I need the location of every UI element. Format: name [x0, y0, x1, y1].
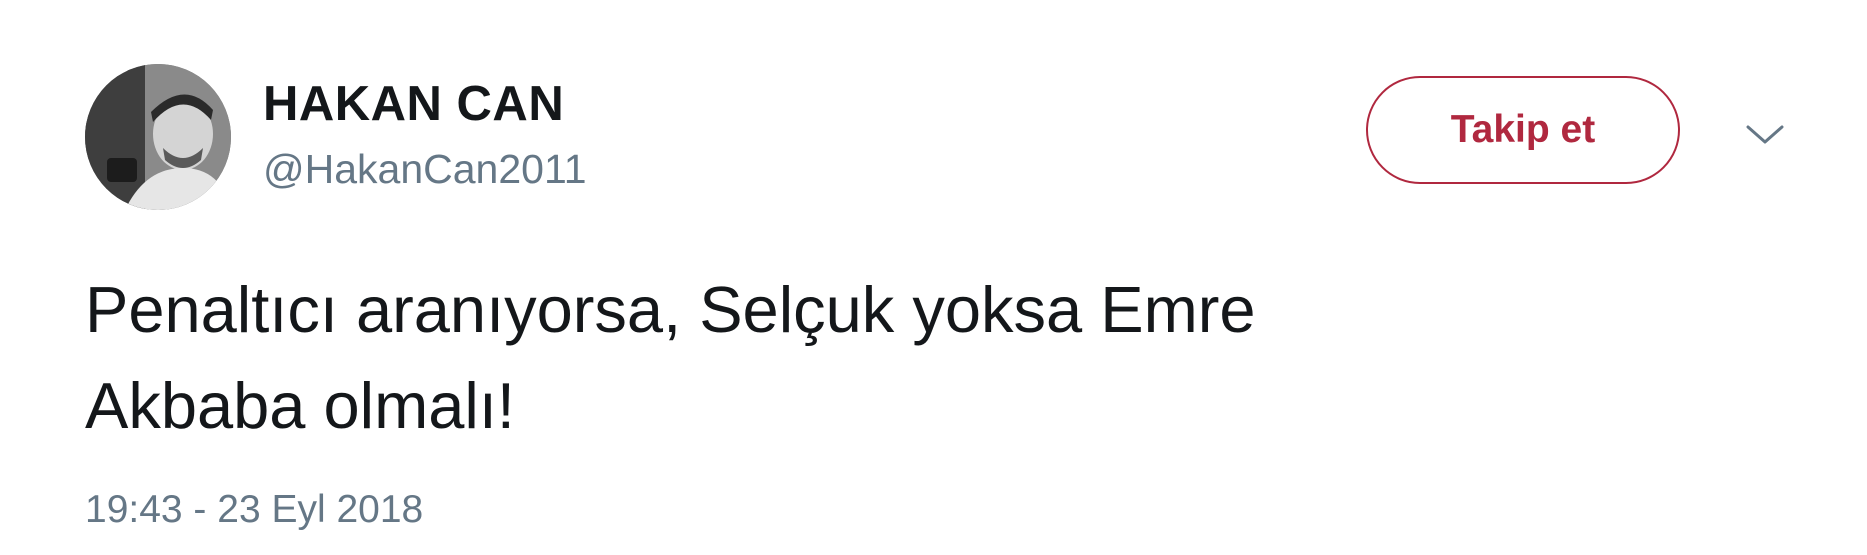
follow-button[interactable]: Takip et: [1366, 76, 1680, 184]
tweet-text-line: Penaltıcı aranıyorsa, Selçuk yoksa Emre: [85, 273, 1256, 346]
tweet-text: Penaltıcı aranıyorsa, Selçuk yoksa Emre …: [85, 262, 1685, 454]
chevron-down-icon[interactable]: [1744, 122, 1786, 148]
tweet-timestamp[interactable]: 19:43 - 23 Eyl 2018: [85, 488, 423, 532]
display-name[interactable]: HAKAN CAN: [263, 76, 564, 132]
avatar[interactable]: [85, 64, 231, 210]
tweet-card: HAKAN CAN @HakanCan2011 Takip et Penaltı…: [0, 0, 1867, 555]
avatar-image: [85, 64, 231, 210]
user-handle[interactable]: @HakanCan2011: [263, 146, 587, 193]
tweet-text-line: Akbaba olmalı!: [85, 369, 515, 442]
